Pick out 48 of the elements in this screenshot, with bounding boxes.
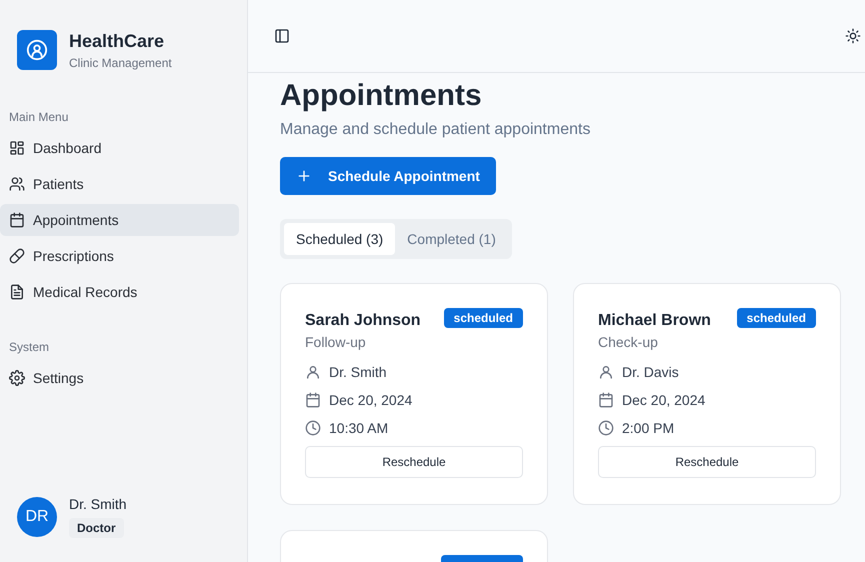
person-icon (598, 364, 614, 380)
app-title: HealthCare (69, 30, 166, 52)
nav-item[interactable]: Dashboard (0, 132, 239, 164)
sun-icon (845, 28, 861, 44)
doctor-name: Dr. Smith (329, 364, 387, 380)
person-icon (305, 364, 321, 380)
reschedule-button[interactable]: Reschedule (305, 446, 523, 478)
patient-name: Michael Brown (598, 312, 711, 330)
appointment-time: 2:00 PM (622, 420, 674, 436)
nav-item[interactable]: Prescriptions (0, 240, 239, 272)
tab[interactable]: Completed (1) (395, 223, 508, 255)
role-tag: Doctor (69, 518, 124, 538)
plus-icon (296, 168, 312, 184)
pill-icon (9, 248, 25, 264)
patient-name: Sarah Johnson (305, 312, 421, 330)
page-subtitle: Manage and schedule patient appointments (280, 121, 592, 139)
settings-icon (9, 370, 25, 386)
doctor-name: Dr. Davis (622, 364, 679, 380)
calendar-icon (305, 392, 321, 408)
reschedule-button[interactable]: Reschedule (598, 446, 816, 478)
user-avatar: DR (17, 497, 57, 537)
nav-item[interactable]: Appointments (0, 204, 239, 236)
calendar-icon (9, 212, 25, 228)
appointment-time: 10:30 AM (329, 420, 388, 436)
nav-item[interactable]: Patients (0, 168, 239, 200)
users-icon (9, 176, 25, 192)
section-heading: Main Menu (8, 110, 70, 124)
appointment-type: Check-up (598, 334, 659, 350)
app-subtitle: Clinic Management (69, 56, 172, 70)
panel-icon (274, 28, 290, 44)
appointment-type: Follow-up (305, 334, 367, 350)
tab[interactable]: Scheduled (3) (284, 223, 396, 255)
section-heading: System (8, 340, 50, 354)
appointment-date: Dec 20, 2024 (329, 392, 412, 408)
nav-item[interactable]: Settings (0, 362, 239, 394)
clock-icon (598, 420, 614, 436)
schedule-appointment-button[interactable]: Schedule Appointment (280, 157, 496, 195)
calendar-icon (598, 392, 614, 408)
appointment-date: Dec 20, 2024 (622, 392, 706, 408)
status-badge: scheduled (444, 308, 523, 328)
clock-icon (305, 420, 321, 436)
dashboard-icon (9, 140, 25, 156)
page-title: Appointments (280, 79, 483, 113)
user-name: Dr. Smith (69, 496, 127, 512)
document-icon (9, 284, 25, 300)
user-circle-icon (26, 39, 48, 61)
status-badge: scheduled (736, 308, 816, 328)
nav-item[interactable]: Medical Records (0, 276, 239, 308)
